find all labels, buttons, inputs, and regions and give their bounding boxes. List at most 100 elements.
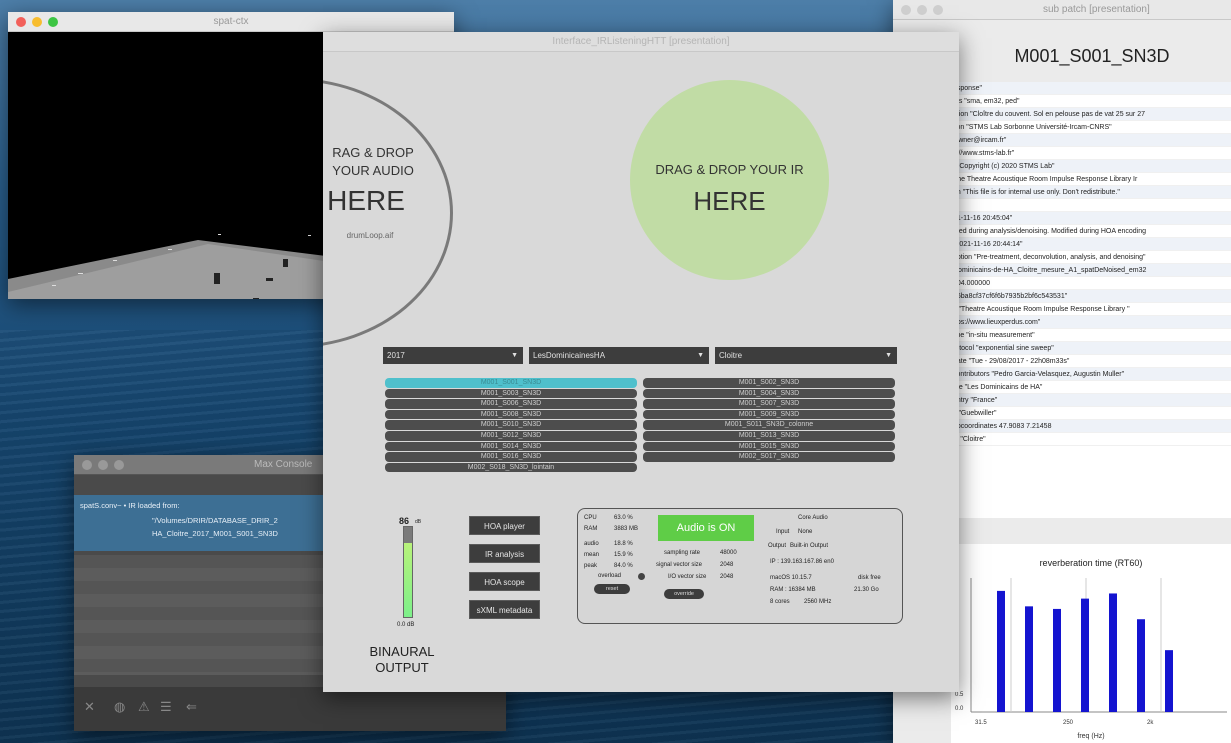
metadata-row: 21-11-16 20:45:04" (951, 212, 1231, 225)
close-icon[interactable] (82, 460, 92, 470)
minimize-icon[interactable] (917, 5, 927, 15)
ir-list-item[interactable]: M001_S012_SN3D (385, 431, 637, 441)
rt60-chart-svg: reverberation time (RT60) 31.5 250 2k 0.5 0.0… (955, 558, 1227, 740)
arrow-icon[interactable]: ⇐ (186, 699, 197, 715)
ir-list-item[interactable]: M001_S011_SN3D_colonne (643, 420, 895, 430)
overload-label: overload (598, 573, 622, 579)
rt60-chart: reverberation time (RT60) 31.5 250 2k 0.5 0.0… (951, 544, 1231, 743)
spat-title-bar[interactable]: spat-ctx (8, 12, 454, 32)
sampling-rate-label: sampling rate (664, 550, 701, 556)
zoom-icon[interactable] (933, 5, 943, 15)
chart-y-tick: 0.0 (955, 706, 964, 712)
meter-bottom-value: 0.0 dB (397, 622, 415, 628)
ir-list-item[interactable]: M001_S009_SN3D (643, 409, 895, 420)
audio-drop-line1: RAG & DROP (332, 145, 414, 160)
year-dropdown[interactable]: 2017 ▼ (383, 347, 523, 364)
year-value: 2017 (387, 351, 405, 360)
metadata-row: contributors "Pedro Garcia-Velasquez, Au… (951, 368, 1231, 381)
ir-list-item[interactable]: M001_S013_SN3D (643, 431, 895, 441)
metadata-row: 06ba8cf37cf6f6b7935b2bf6c543531" (951, 290, 1231, 303)
driver-value[interactable]: Core Audio (798, 515, 828, 521)
ram-total: RAM : 16384 MB (770, 587, 816, 593)
metadata-row: y "Guebwiller" (951, 407, 1231, 420)
ir-analysis-button[interactable]: IR analysis (469, 544, 540, 563)
ir-list-item[interactable]: M001_S010_SN3D (385, 420, 637, 430)
sampling-rate-value[interactable]: 48000 (720, 550, 737, 556)
ir-list-item[interactable]: M001_S003_SN3D (385, 388, 637, 399)
ir-list-item[interactable]: M001_S004_SN3D (643, 388, 895, 399)
close-icon[interactable] (901, 5, 911, 15)
ir-drop-line2: HERE (693, 186, 766, 216)
ir-list-item[interactable]: M001_S008_SN3D (385, 409, 637, 420)
list-icon[interactable]: ☰ (160, 699, 172, 715)
audio-load-label: audio (584, 541, 599, 547)
metadata-row: ie "Cloitre" (951, 433, 1231, 446)
ir-list-item[interactable]: M001_S007_SN3D (643, 399, 895, 409)
sub-patch-window-title: sub patch [presentation] (1043, 4, 1150, 15)
signal-vector-label: signal vector size (656, 562, 703, 568)
input-label: Input (776, 529, 790, 535)
clear-icon[interactable]: ✕ (84, 699, 95, 715)
sub-patch-title-bar[interactable]: sub patch [presentation] (893, 0, 1231, 20)
output-value[interactable]: Built-in Output (790, 543, 828, 549)
sofa-metadata-button[interactable]: sXML metadata (469, 600, 540, 619)
ir-list-item[interactable]: M002_S018_SN3D_lointain (385, 462, 637, 473)
metadata-row: esponse" (951, 82, 1231, 95)
cpu-label: CPU (584, 515, 597, 521)
chart-bar (1137, 619, 1145, 712)
room-value: Cloitre (719, 351, 743, 360)
cpu-cores: 8 cores (770, 599, 790, 605)
metadata-row: "2021-11-16 20:44:14" (951, 238, 1231, 251)
ir-drop-zone[interactable]: DRAG & DROP YOUR IR HERE (630, 80, 829, 280)
minimize-icon[interactable] (32, 17, 42, 27)
input-value[interactable]: None (798, 529, 812, 535)
binaural-output-line1: BINAURAL (369, 644, 435, 659)
metadata-row: otion "Cloître du couvent. Sol en pelous… (951, 108, 1231, 121)
ram-value: 3883 MB (614, 526, 639, 532)
filter-icon[interactable]: ◍ (114, 699, 125, 715)
signal-vector-value[interactable]: 2048 (720, 562, 733, 568)
meter-fill (404, 543, 412, 617)
zoom-icon[interactable] (114, 460, 124, 470)
override-button[interactable]: override (664, 589, 704, 599)
output-label: Output (768, 543, 787, 549)
ir-list-item[interactable]: M002_S017_SN3D (643, 452, 895, 462)
cpu-value: 63.0 % (614, 515, 633, 521)
main-title-bar[interactable]: Interface_IRListeningHTT [presentation] (323, 32, 959, 52)
ir-list-item[interactable]: M001_S002_SN3D (643, 378, 895, 388)
chart-x-tick: 31.5 (975, 720, 987, 726)
metadata-list[interactable]: esponse" nts "sma, em32, ped" otion "Cloît… (951, 82, 1231, 518)
place-dropdown[interactable]: LesDominicainesHA ▼ (529, 347, 709, 364)
chart-x-tick: 250 (1063, 720, 1074, 726)
reset-button[interactable]: reset (594, 584, 630, 594)
minimize-icon[interactable] (98, 460, 108, 470)
chevron-down-icon: ▼ (511, 352, 518, 359)
hoa-player-button[interactable]: HOA player (469, 516, 540, 535)
metadata-row: tion "STMS Lab Sorbonne Université-Ircam… (951, 121, 1231, 134)
chart-bar (997, 590, 1005, 712)
ir-drop-line1: DRAG & DROP YOUR IR (655, 162, 804, 177)
audio-toggle-button[interactable]: Audio is ON (658, 515, 754, 541)
ir-list-item[interactable]: M001_S001_SN3D (385, 378, 637, 388)
audio-status-panel: CPU 63.0 % RAM 3883 MB audio 18.8 % mean… (577, 508, 903, 624)
ir-list-item[interactable]: M001_S015_SN3D (643, 441, 895, 452)
ir-list-item[interactable]: M001_S006_SN3D (385, 399, 637, 409)
audio-drop-zone[interactable]: RAG & DROP YOUR AUDIO HERE drumLoop.aif (323, 78, 453, 348)
main-interface-window[interactable]: Interface_IRListeningHTT [presentation] … (323, 32, 959, 692)
metadata-row: ription "Pre-treatment, deconvolution, a… (951, 251, 1231, 264)
ir-list-item[interactable]: M001_S016_SN3D (385, 452, 637, 462)
zoom-icon[interactable] (48, 17, 58, 27)
chart-bar (1081, 598, 1089, 712)
chevron-down-icon: ▼ (697, 352, 704, 359)
room-dropdown[interactable]: Cloitre ▼ (715, 347, 897, 364)
chart-bar (1053, 608, 1061, 712)
metadata-row: s "Theatre Acoustique Room Impulse Respo… (951, 303, 1231, 316)
close-icon[interactable] (16, 17, 26, 27)
ir-list-item[interactable]: M001_S014_SN3D (385, 441, 637, 452)
warning-icon[interactable]: ⚠ (138, 699, 150, 715)
io-vector-value[interactable]: 2048 (720, 574, 733, 580)
metadata-row: nts "sma, em32, ped" (951, 95, 1231, 108)
place-value: LesDominicainesHA (533, 351, 606, 360)
hoa-scope-button[interactable]: HOA scope (469, 572, 540, 591)
metadata-row: ttps://www.lieuxperdus.com" (951, 316, 1231, 329)
